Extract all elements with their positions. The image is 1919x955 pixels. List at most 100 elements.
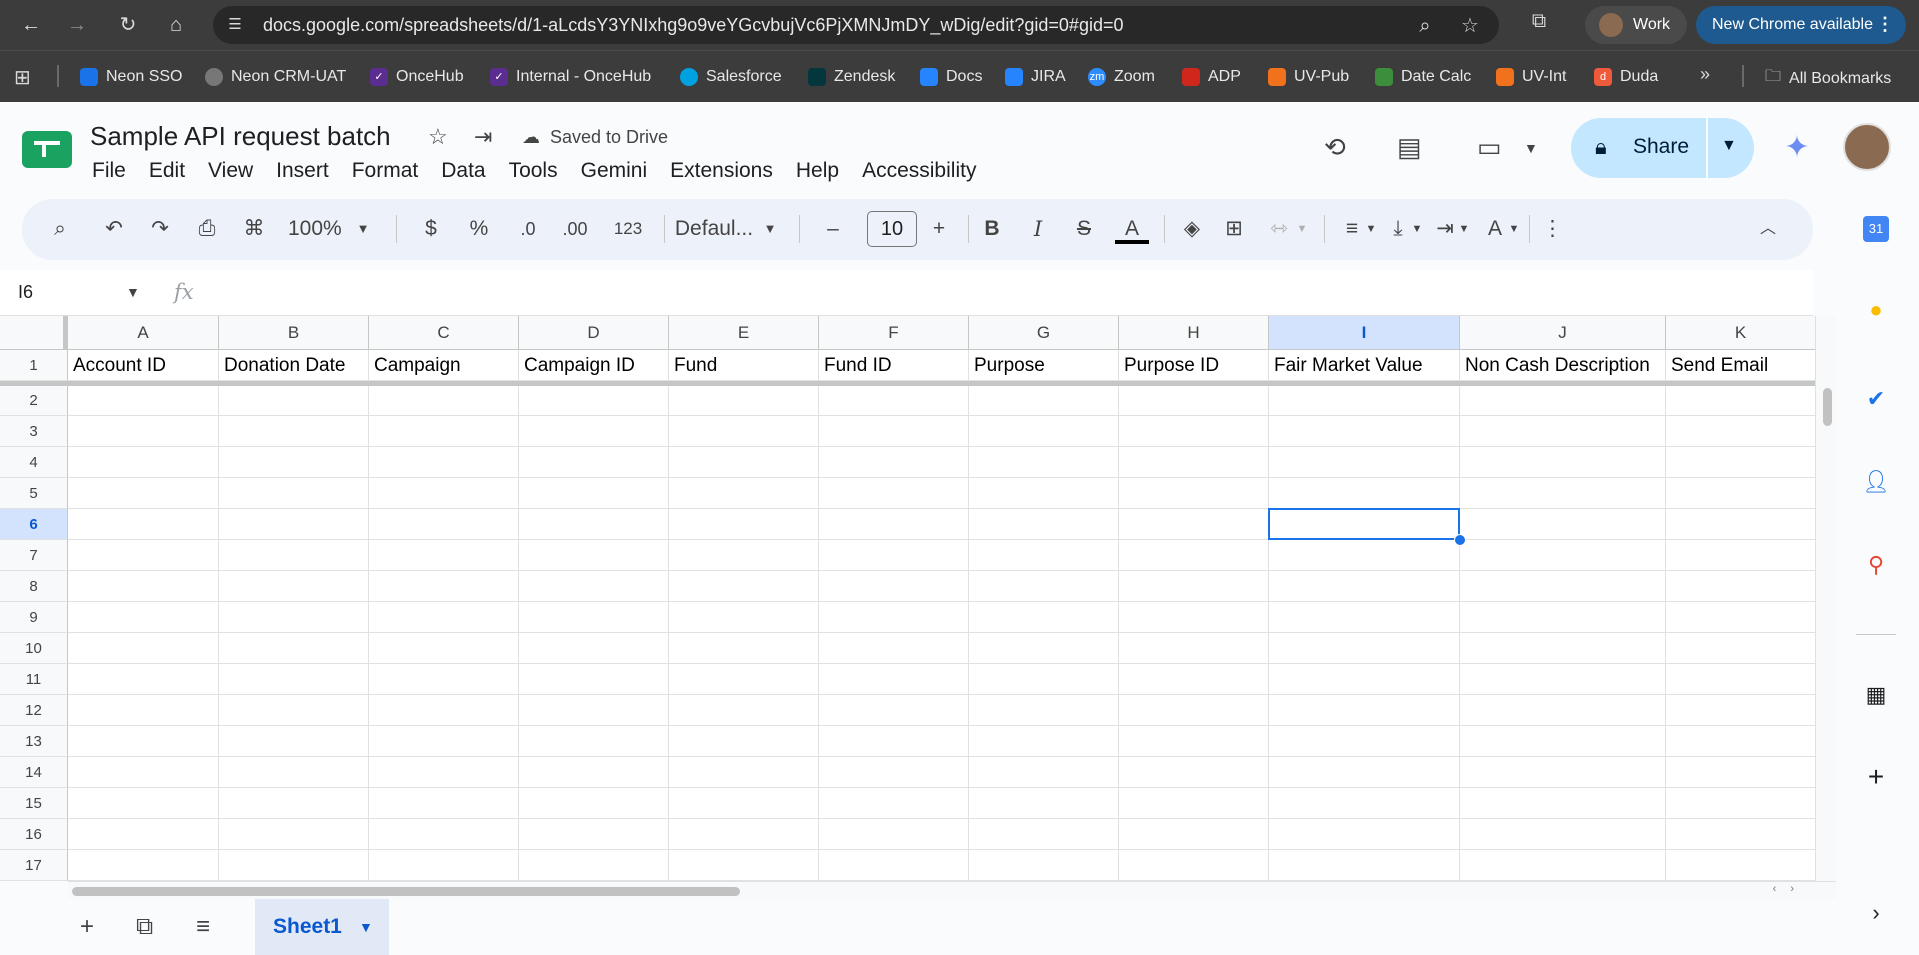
cell[interactable] (1269, 695, 1460, 726)
cell[interactable] (219, 478, 369, 509)
cell[interactable] (1460, 819, 1666, 850)
bookmark-item[interactable]: Zendesk (808, 65, 895, 89)
frozen-row-divider[interactable] (0, 381, 1815, 386)
row-header[interactable]: 16 (0, 819, 68, 850)
cell[interactable] (1460, 633, 1666, 664)
cell[interactable] (1460, 788, 1666, 819)
document-title[interactable]: Sample API request batch (90, 121, 391, 152)
cell[interactable] (819, 633, 969, 664)
sheet-tab[interactable]: Sheet1 ▼ (255, 899, 389, 955)
scroll-arrows-icon[interactable]: ‹› (1773, 883, 1808, 895)
cell[interactable] (519, 695, 669, 726)
increase-decimal-button[interactable]: .00 (555, 215, 595, 243)
cell[interactable] (969, 509, 1119, 540)
back-icon[interactable]: ← (16, 10, 46, 40)
text-color-button[interactable]: A (1115, 215, 1149, 244)
extensions-icon[interactable]: ⧉ (1524, 10, 1554, 40)
cell[interactable] (1460, 571, 1666, 602)
cell[interactable] (68, 850, 219, 881)
cell[interactable] (969, 850, 1119, 881)
undo-icon[interactable]: ↶ (100, 215, 128, 243)
cell[interactable] (1269, 602, 1460, 633)
cell[interactable] (369, 602, 519, 633)
cell[interactable] (1119, 416, 1269, 447)
cell[interactable] (68, 540, 219, 571)
add-addon-icon[interactable]: + (1861, 762, 1891, 792)
cell[interactable] (68, 695, 219, 726)
row-header[interactable]: 4 (0, 447, 68, 478)
row-header[interactable]: 2 (0, 386, 68, 416)
save-status[interactable]: ☁ Saved to Drive (522, 127, 668, 148)
borders-icon[interactable]: ⊞ (1220, 215, 1248, 243)
cell[interactable] (219, 726, 369, 757)
menu-accessibility[interactable]: Accessibility (862, 159, 976, 183)
cell[interactable] (1460, 540, 1666, 571)
cell[interactable] (669, 664, 819, 695)
menu-data[interactable]: Data (441, 159, 485, 183)
cell[interactable] (1666, 726, 1815, 757)
all-sheets-icon[interactable]: ≡ (196, 913, 210, 941)
profile-chip[interactable]: Work (1585, 6, 1687, 44)
chevron-down-icon[interactable]: ▼ (1364, 215, 1378, 243)
vertical-scrollbar[interactable] (1815, 316, 1836, 881)
cell[interactable] (819, 664, 969, 695)
cell[interactable] (219, 633, 369, 664)
cell[interactable] (1460, 478, 1666, 509)
bookmark-item[interactable]: Docs (920, 65, 982, 89)
cell[interactable] (1460, 447, 1666, 478)
cell[interactable] (1119, 819, 1269, 850)
bookmark-item[interactable]: Salesforce (680, 65, 782, 89)
cell[interactable] (669, 633, 819, 664)
cell[interactable] (519, 540, 669, 571)
chevron-down-icon[interactable]: ▼ (1524, 140, 1538, 156)
cell[interactable] (1119, 602, 1269, 633)
row-header[interactable]: 5 (0, 478, 68, 509)
site-info-icon[interactable]: ☰ (225, 15, 245, 35)
cell[interactable] (1666, 602, 1815, 633)
contacts-icon[interactable]: 👤︎ (1861, 467, 1891, 497)
cell[interactable] (1666, 633, 1815, 664)
cell[interactable] (219, 788, 369, 819)
cell[interactable] (1269, 416, 1460, 447)
row-header[interactable]: 13 (0, 726, 68, 757)
cell[interactable] (369, 695, 519, 726)
number-format-button[interactable]: 123 (609, 215, 647, 243)
bookmark-star-icon[interactable]: ☆ (1458, 14, 1482, 38)
decrease-decimal-button[interactable]: .0 (512, 215, 544, 243)
cell[interactable] (1119, 664, 1269, 695)
cell[interactable] (1666, 447, 1815, 478)
cell[interactable] (819, 509, 969, 540)
chevron-down-icon[interactable]: ▼ (1295, 215, 1309, 243)
cell[interactable] (669, 850, 819, 881)
cell[interactable] (819, 819, 969, 850)
forward-icon[interactable]: → (62, 10, 92, 40)
bookmark-item[interactable]: zm Zoom (1088, 65, 1155, 89)
cell[interactable] (1666, 664, 1815, 695)
percent-format-button[interactable]: % (468, 215, 490, 243)
menu-help[interactable]: Help (796, 159, 839, 183)
cell[interactable] (819, 447, 969, 478)
cell[interactable] (1460, 416, 1666, 447)
increase-font-size-button[interactable]: + (927, 215, 951, 243)
cell[interactable] (819, 850, 969, 881)
menu-gemini[interactable]: Gemini (581, 159, 648, 183)
cell[interactable] (669, 447, 819, 478)
cell[interactable] (219, 540, 369, 571)
chevron-down-icon[interactable]: ▼ (359, 919, 373, 935)
cell[interactable] (969, 819, 1119, 850)
cell[interactable] (1666, 478, 1815, 509)
cell[interactable] (1666, 788, 1815, 819)
print-icon[interactable]: ⎙ (193, 215, 221, 243)
cell[interactable] (519, 664, 669, 695)
cell[interactable] (369, 819, 519, 850)
cell[interactable] (1460, 726, 1666, 757)
cell[interactable] (819, 540, 969, 571)
cell[interactable] (219, 509, 369, 540)
cell[interactable] (1119, 478, 1269, 509)
cell[interactable] (969, 540, 1119, 571)
cell[interactable] (519, 602, 669, 633)
scroll-thumb[interactable] (72, 887, 740, 896)
cell[interactable] (1460, 664, 1666, 695)
cell[interactable] (819, 478, 969, 509)
cell[interactable] (68, 726, 219, 757)
